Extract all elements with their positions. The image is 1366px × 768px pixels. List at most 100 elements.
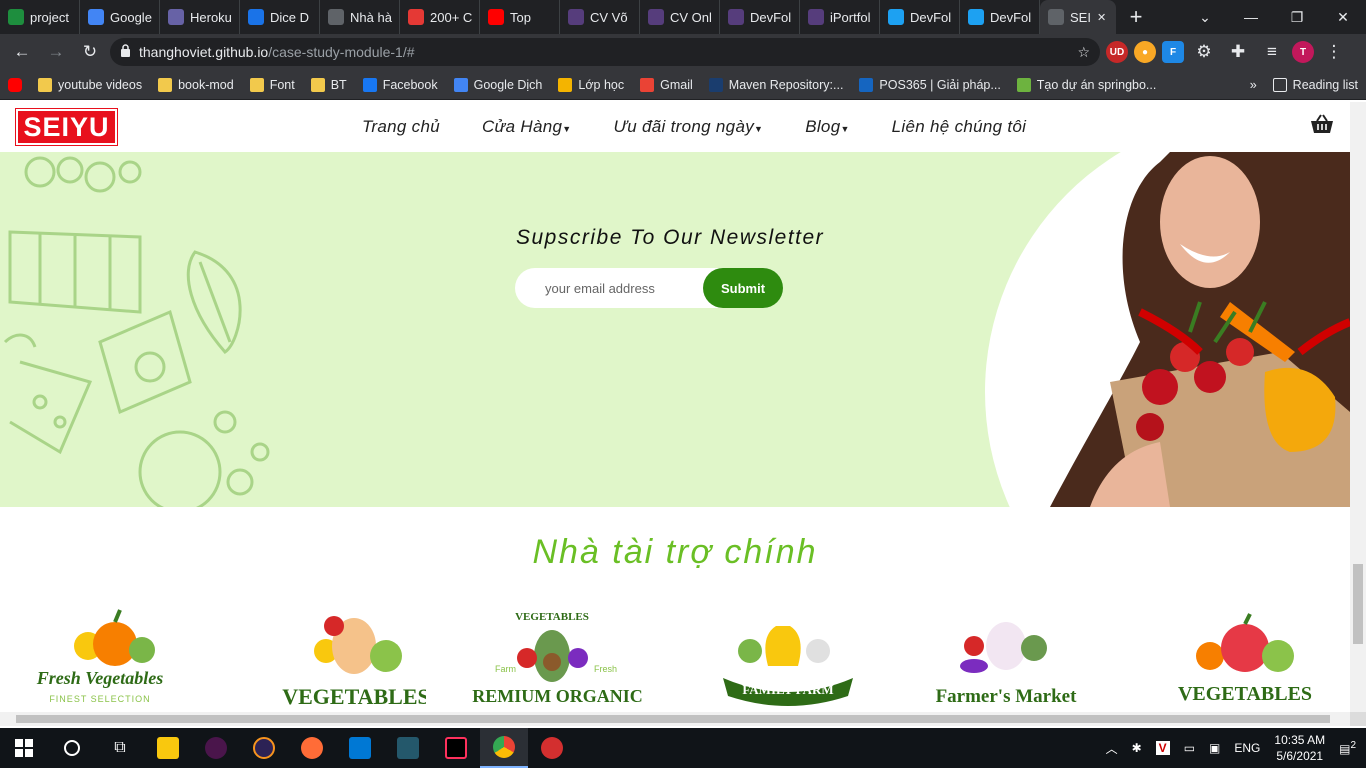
browser-tab[interactable]: Top (480, 0, 560, 34)
browser-tab[interactable]: CV Võ (560, 0, 640, 34)
browser-tab[interactable]: CV Onl (640, 0, 720, 34)
windows-start-icon[interactable] (0, 728, 48, 768)
more-bookmarks-icon[interactable]: » (1250, 78, 1257, 92)
mysql-workbench-icon[interactable] (384, 728, 432, 768)
horizontal-scrollbar[interactable] (0, 712, 1350, 726)
media-control-icon[interactable]: ≡ (1258, 38, 1286, 66)
postman-icon[interactable] (288, 728, 336, 768)
extension-icon[interactable]: ● (1134, 41, 1156, 63)
minimize-button[interactable]: — (1228, 0, 1274, 34)
chrome-icon[interactable] (480, 728, 528, 768)
sponsor-logo-premium-organic[interactable]: VEGETABLES Farm Fresh PREMIUM ORGANIC (461, 606, 652, 706)
new-tab-button[interactable]: + (1116, 4, 1156, 30)
nav-menu-label: Ưu đãi trong ngày (613, 117, 754, 136)
sponsor-name: VEGETABLES (1178, 683, 1312, 705)
task-view-icon[interactable]: ⧉ (96, 728, 144, 768)
tab-search-icon[interactable]: ⌄ (1182, 0, 1228, 34)
newsletter-form: Submit (515, 268, 783, 308)
bookmark-item[interactable]: youtube videos (38, 77, 142, 92)
profile-avatar[interactable]: T (1292, 41, 1314, 63)
settings-gear-icon[interactable]: ⚙ (1190, 38, 1218, 66)
browser-tab[interactable]: Nhà hà (320, 0, 400, 34)
eclipse-icon[interactable] (240, 728, 288, 768)
udemy-extension-icon[interactable]: UD (1106, 41, 1128, 63)
close-tab-icon[interactable]: ✕ (1097, 11, 1106, 24)
bookmark-icon (249, 77, 264, 92)
email-input[interactable] (515, 280, 703, 296)
bookmark-item[interactable]: Gmail (640, 77, 693, 92)
vscode-icon[interactable] (336, 728, 384, 768)
vertical-scroll-thumb[interactable] (1353, 564, 1363, 644)
vertical-scrollbar[interactable] (1350, 102, 1366, 712)
close-window-button[interactable]: ✕ (1320, 0, 1366, 34)
main-menu: Trang chủ Cửa Hàng▼ Ưu đãi trong ngày▼ Blog… (362, 117, 1026, 137)
fontface-extension-icon[interactable]: F (1162, 41, 1184, 63)
sponsor-logo-vegetables-2[interactable]: VEGETABLES (1150, 606, 1330, 706)
nav-menu-item[interactable]: Blog▼ (805, 117, 849, 137)
browser-tab[interactable]: iPortfol (800, 0, 880, 34)
browser-tab[interactable]: Dice D (240, 0, 320, 34)
browser-tab[interactable]: DevFol (880, 0, 960, 34)
browser-tab[interactable]: DevFol (960, 0, 1040, 34)
sponsor-name: Fresh Vegetables (36, 668, 164, 688)
bookmark-item[interactable]: BT (310, 77, 347, 92)
file-explorer-icon[interactable] (144, 728, 192, 768)
bookmark-item[interactable]: Font (249, 77, 295, 92)
forward-button[interactable]: → (42, 38, 70, 66)
sponsor-extra: Fresh (594, 664, 617, 674)
battery-icon[interactable]: ▭ (1184, 741, 1195, 755)
browser-tab[interactable]: Google (80, 0, 160, 34)
network-activity-icon[interactable]: ✱ (1132, 741, 1142, 755)
bookmark-icon (310, 77, 325, 92)
notifications-icon[interactable]: ▤2 (1339, 740, 1356, 756)
slack-icon[interactable] (192, 728, 240, 768)
cart-basket-icon[interactable] (1310, 114, 1334, 140)
bookmark-icon (558, 77, 573, 92)
language-indicator[interactable]: ENG (1234, 741, 1260, 755)
site-logo[interactable]: SEIYU (15, 108, 118, 146)
bookmark-item[interactable]: POS365 | Giải pháp... (859, 77, 1001, 92)
submit-button[interactable]: Submit (703, 268, 783, 308)
browser-tab[interactable]: Heroku (160, 0, 240, 34)
browser-tab[interactable]: SEI ✕ (1040, 0, 1116, 34)
display-icon[interactable]: ▣ (1209, 741, 1220, 755)
bookmark-item[interactable]: Maven Repository:... (708, 77, 844, 92)
sponsor-logo-farmers-market[interactable]: Farmer's Market (924, 606, 1104, 707)
back-button[interactable]: ← (8, 38, 36, 66)
browser-tab[interactable]: project (0, 0, 80, 34)
sponsor-logo-family-farm[interactable]: FAMILY FARM (698, 606, 878, 706)
extensions-puzzle-icon[interactable]: ✚ (1224, 38, 1252, 66)
browser-tab[interactable]: 200+ C (400, 0, 480, 34)
bookmark-item[interactable]: Lớp học (558, 77, 624, 92)
bookmark-icon (453, 77, 468, 92)
menu-kebab-icon[interactable]: ⋮ (1320, 38, 1348, 66)
garena-icon[interactable] (528, 728, 576, 768)
nav-menu-item[interactable]: Liên hệ chúng tôi (892, 117, 1027, 137)
vietkey-icon[interactable]: V (1155, 741, 1170, 755)
bookmark-item[interactable]: book-mod (158, 77, 234, 92)
address-bar[interactable]: thanghoviet.github.io/case-study-module-… (110, 38, 1100, 66)
sponsor-logo-fresh-vegetables[interactable]: Fresh Vegetables FINEST SELECTION (20, 606, 200, 706)
bookmark-star-icon[interactable]: ☆ (1077, 44, 1090, 61)
newsletter-hero: Supscribe To Our Newsletter Submit (0, 152, 1350, 507)
reload-button[interactable]: ↻ (76, 38, 104, 66)
maximize-button[interactable]: ❐ (1274, 0, 1320, 34)
youtube-bookmark-icon[interactable] (8, 77, 22, 92)
sponsor-logos: Fresh Vegetables FINEST SELECTION VEGETA… (0, 606, 1350, 709)
nav-menu-item[interactable]: Cửa Hàng▼ (482, 117, 572, 137)
reading-list-button[interactable]: Reading list (1272, 77, 1358, 92)
intellij-icon[interactable] (432, 728, 480, 768)
clock[interactable]: 10:35 AM 5/6/2021 (1274, 732, 1325, 764)
nav-menu-item[interactable]: Ưu đãi trong ngày▼ (613, 117, 763, 137)
nav-menu-item[interactable]: Trang chủ (362, 117, 440, 137)
horizontal-scroll-thumb[interactable] (16, 715, 1330, 723)
browser-tab[interactable]: DevFol (720, 0, 800, 34)
sponsor-logo-vegetables[interactable]: VEGETABLES (246, 606, 430, 709)
search-circle-icon[interactable] (48, 728, 96, 768)
bookmark-item[interactable]: Tạo dự án springbo... (1016, 77, 1156, 92)
bookmark-item[interactable]: Google Dịch (453, 77, 542, 92)
bookmark-label: Maven Repository:... (728, 77, 844, 92)
woman-with-vegetables-image (1050, 152, 1350, 507)
bookmark-item[interactable]: Facebook (362, 77, 438, 92)
show-hidden-icons-icon[interactable]: ︿ (1106, 740, 1118, 757)
